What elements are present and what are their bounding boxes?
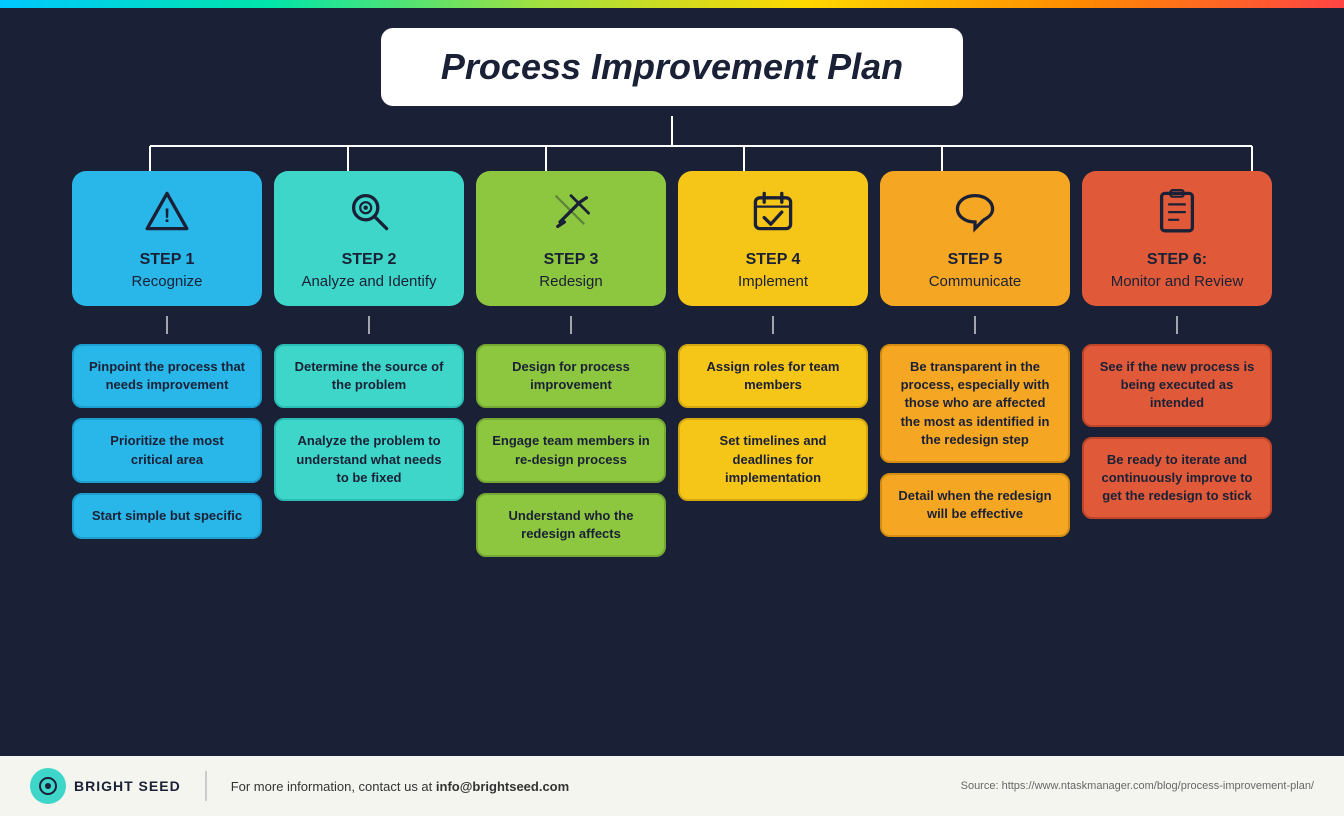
sub-card-3-2: Engage team members in re-design process (476, 418, 666, 482)
step-connector-1 (166, 316, 168, 334)
sub-card-1-3: Start simple but specific (72, 493, 262, 539)
step-name-2: Analyze and Identify (286, 273, 452, 290)
main-content: Process Improvement Plan (0, 8, 1344, 567)
step-header-6: STEP 6: Monitor and Review (1082, 171, 1272, 306)
step-header-5: STEP 5 Communicate (880, 171, 1070, 306)
footer-source: Source: https://www.ntaskmanager.com/blo… (961, 780, 1314, 792)
tree-svg (55, 116, 1289, 171)
step-header-2: STEP 2 Analyze and Identify (274, 171, 464, 306)
step-connector-4 (772, 316, 774, 334)
step-icon-2 (286, 189, 452, 243)
step-col-3: STEP 3 Redesign Design for process impro… (476, 171, 666, 557)
step-label-6: STEP 6: (1094, 251, 1260, 269)
sub-card-5-2: Detail when the redesign will be effecti… (880, 473, 1070, 537)
sub-card-1-2: Prioritize the most critical area (72, 418, 262, 482)
step-header-3: STEP 3 Redesign (476, 171, 666, 306)
step-col-4: STEP 4 Implement Assign roles for team m… (678, 171, 868, 501)
step-connector-3 (570, 316, 572, 334)
footer-logo-circle (30, 768, 66, 804)
diagram-wrapper: ! STEP 1 Recognize Pinpoint the process … (30, 116, 1314, 557)
footer: BRIGHT SEED For more information, contac… (0, 756, 1344, 816)
step-name-6: Monitor and Review (1094, 273, 1260, 290)
step-col-5: STEP 5 Communicate Be transparent in the… (880, 171, 1070, 537)
footer-contact-email[interactable]: info@brightseed.com (436, 779, 569, 794)
sub-card-2-2: Analyze the problem to understand what n… (274, 418, 464, 501)
sub-card-2-1: Determine the source of the problem (274, 344, 464, 408)
step-label-4: STEP 4 (690, 251, 856, 269)
step-icon-6 (1094, 189, 1260, 243)
step-icon-1: ! (84, 189, 250, 243)
step-col-1: ! STEP 1 Recognize Pinpoint the process … (72, 171, 262, 539)
step-label-5: STEP 5 (892, 251, 1058, 269)
step-col-2: STEP 2 Analyze and Identify Determine th… (274, 171, 464, 501)
bright-seed-icon (38, 776, 58, 796)
sub-card-6-1: See if the new process is being executed… (1082, 344, 1272, 427)
step-icon-4 (690, 189, 856, 243)
step-name-5: Communicate (892, 273, 1058, 290)
footer-contact-prefix: For more information, contact us at (231, 779, 436, 794)
page-title: Process Improvement Plan (441, 46, 903, 88)
steps-row: ! STEP 1 Recognize Pinpoint the process … (30, 171, 1314, 557)
footer-divider (205, 771, 207, 801)
tree-connector (55, 116, 1289, 171)
step-label-1: STEP 1 (84, 251, 250, 269)
title-box: Process Improvement Plan (381, 28, 963, 106)
step-icon-5 (892, 189, 1058, 243)
sub-card-5-1: Be transparent in the process, especiall… (880, 344, 1070, 463)
sub-card-1-1: Pinpoint the process that needs improvem… (72, 344, 262, 408)
brand-name: BRIGHT SEED (74, 778, 181, 794)
step-header-4: STEP 4 Implement (678, 171, 868, 306)
step-connector-5 (974, 316, 976, 334)
step-name-4: Implement (690, 273, 856, 290)
footer-contact: For more information, contact us at info… (231, 779, 570, 794)
step-icon-3 (488, 189, 654, 243)
sub-card-3-3: Understand who the redesign affects (476, 493, 666, 557)
step-name-3: Redesign (488, 273, 654, 290)
top-bar (0, 0, 1344, 8)
step-header-1: ! STEP 1 Recognize (72, 171, 262, 306)
step-label-3: STEP 3 (488, 251, 654, 269)
step-col-6: STEP 6: Monitor and Review See if the ne… (1082, 171, 1272, 519)
step-connector-6 (1176, 316, 1178, 334)
sub-card-3-1: Design for process improvement (476, 344, 666, 408)
footer-logo: BRIGHT SEED (30, 768, 181, 804)
step-label-2: STEP 2 (286, 251, 452, 269)
sub-card-4-1: Assign roles for team members (678, 344, 868, 408)
title-container: Process Improvement Plan (30, 28, 1314, 106)
sub-card-4-2: Set timelines and deadlines for implemen… (678, 418, 868, 501)
sub-card-6-2: Be ready to iterate and continuously imp… (1082, 437, 1272, 520)
step-connector-2 (368, 316, 370, 334)
svg-text:!: ! (164, 205, 171, 227)
step-name-1: Recognize (84, 273, 250, 290)
